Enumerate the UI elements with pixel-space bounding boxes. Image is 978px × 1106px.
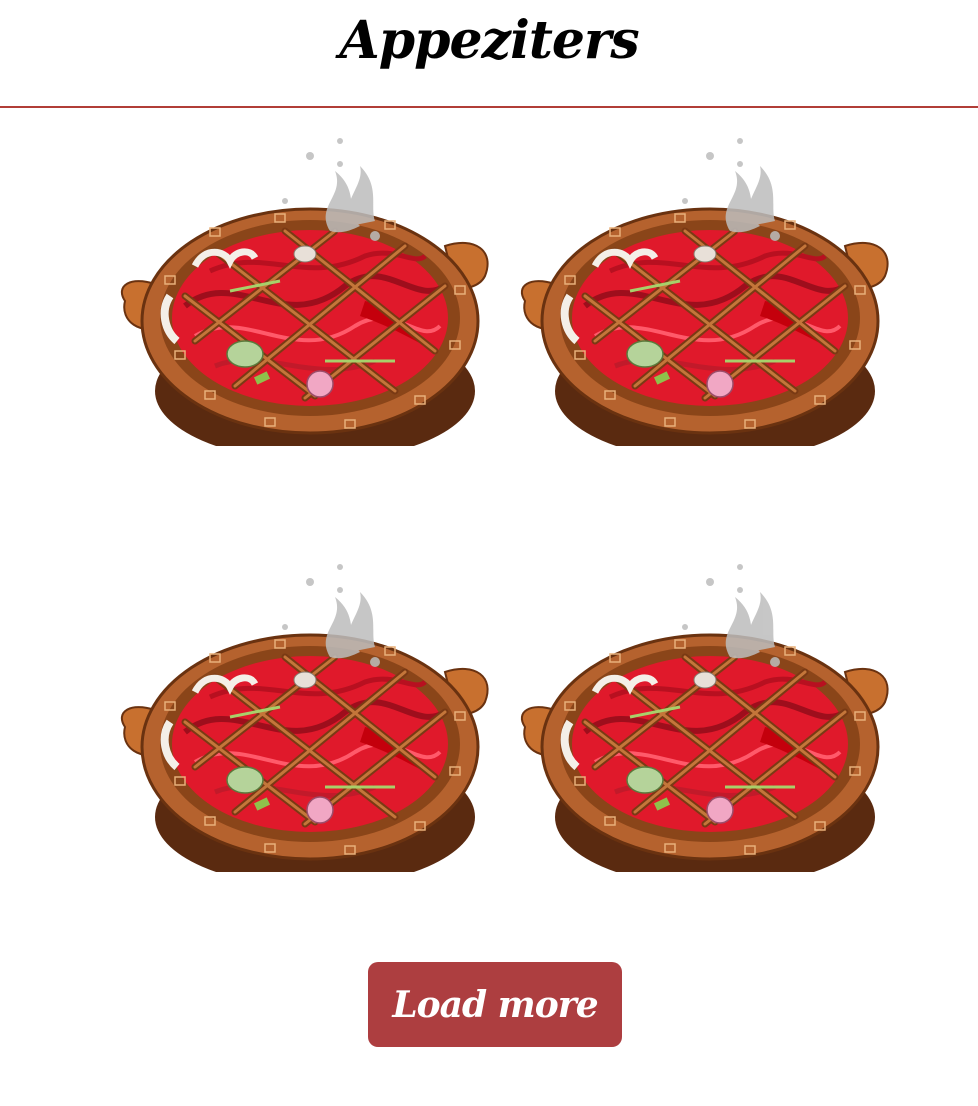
header-divider [0, 106, 978, 108]
menu-item-card[interactable] [115, 136, 515, 446]
hotpot-pot-image[interactable] [515, 562, 915, 872]
menu-item-card[interactable] [115, 562, 515, 872]
hotpot-pot-image[interactable] [515, 136, 915, 446]
hotpot-pot-image[interactable] [115, 562, 515, 872]
hotpot-pot-image[interactable] [115, 136, 515, 446]
page-title: Appeziters [339, 10, 639, 71]
load-more-button[interactable]: Load more [368, 962, 622, 1047]
menu-item-card[interactable] [515, 562, 915, 872]
menu-item-card[interactable] [515, 136, 915, 446]
page-header: Appeziters [0, 0, 978, 106]
